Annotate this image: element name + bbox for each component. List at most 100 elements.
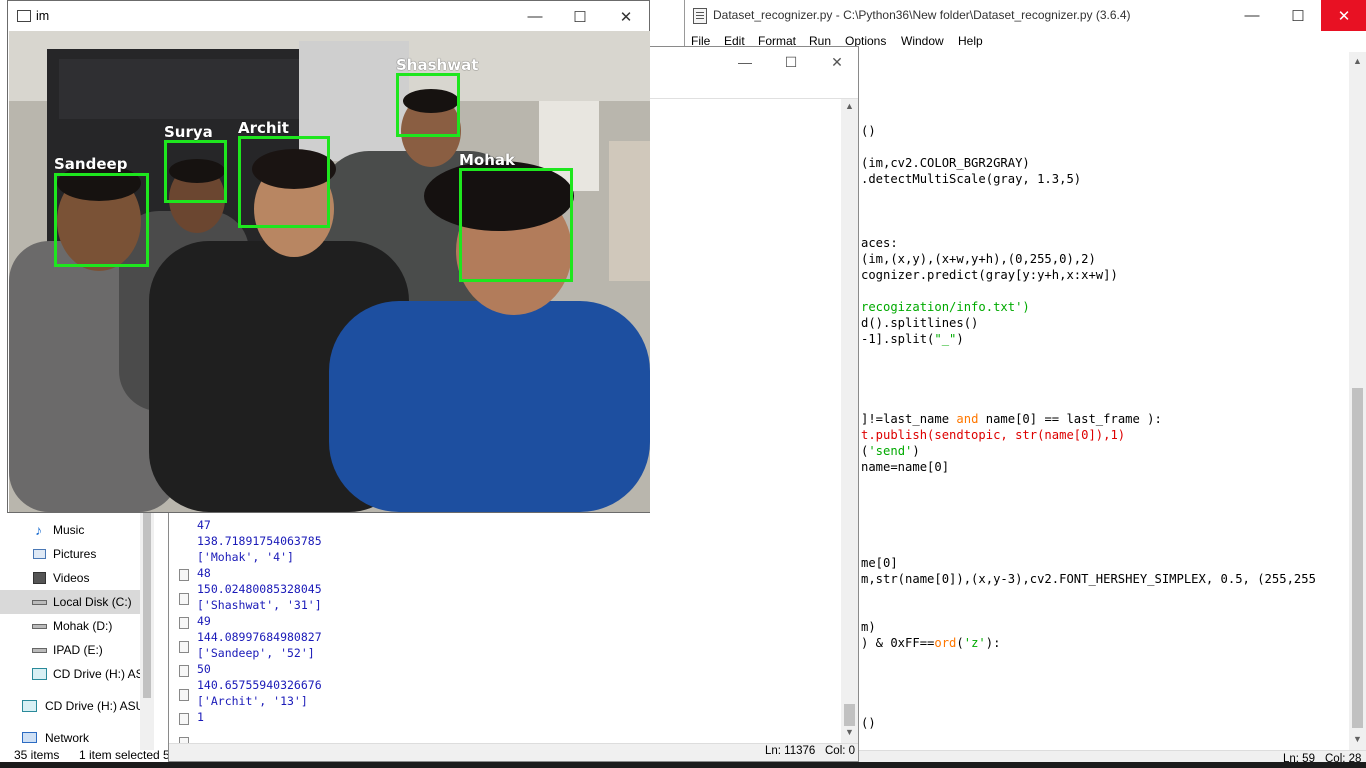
code-line: ('send') — [861, 444, 920, 458]
file-icon — [179, 641, 189, 653]
editor-title: Dataset_recognizer.py - C:\Python36\New … — [713, 8, 1131, 22]
scroll-up-icon[interactable]: ▲ — [1353, 56, 1362, 66]
face-label-archit: Archit — [238, 119, 289, 137]
camera-window[interactable]: im — ☐ ✕ Sandeep Surya Archit Shashwat M… — [7, 0, 650, 513]
cd-drive-icon — [22, 698, 38, 714]
nav-item-label: Videos — [53, 571, 90, 585]
shell-output-line: ['Shashwat', '31'] — [197, 598, 322, 612]
shell-statusbar: Ln: 11376 Col: 0 — [169, 743, 858, 761]
close-button[interactable]: ✕ — [1321, 0, 1366, 31]
code-line: (im,cv2.COLOR_BGR2GRAY) — [861, 156, 1030, 170]
pictures-icon — [32, 546, 48, 562]
code-line: () — [861, 124, 876, 138]
code-line: -1].split("_") — [861, 332, 964, 346]
face-box-archit — [238, 136, 330, 228]
code-line: t.publish(sendtopic, str(name[0]),1) — [861, 428, 1126, 442]
code-line: name=name[0] — [861, 460, 950, 474]
nav-item[interactable]: ♪ Music — [0, 518, 140, 542]
shell-output-line: 144.08997684980827 — [197, 630, 322, 644]
scroll-thumb[interactable] — [143, 508, 151, 698]
editor-scrollbar[interactable]: ▲ ▼ — [1349, 52, 1366, 750]
minimize-button[interactable]: — — [722, 47, 768, 77]
shell-column-number: Col: 0 — [825, 745, 856, 757]
python-file-icon — [693, 8, 707, 24]
nav-item[interactable]: CD Drive (H:) ASU — [0, 694, 150, 718]
code-line: (im,(x,y),(x+w,y+h),(0,255,0),2) — [861, 252, 1096, 266]
menu-help[interactable]: Help — [958, 34, 983, 48]
close-button[interactable]: ✕ — [603, 1, 649, 32]
camera-window-title: im — [36, 9, 50, 23]
videos-icon — [32, 570, 48, 586]
item-count: 35 items — [14, 748, 60, 762]
code-line: () — [861, 716, 876, 730]
shell-output-line: 48 — [197, 566, 211, 580]
menu-window[interactable]: Window — [901, 34, 944, 48]
nav-item-label: Local Disk (C:) — [53, 595, 132, 609]
taskbar — [0, 762, 1366, 768]
scroll-up-icon[interactable]: ▲ — [845, 101, 854, 111]
face-box-shashwat — [396, 73, 460, 137]
window-icon — [17, 10, 31, 22]
nav-item-label: Network — [45, 731, 90, 745]
camera-feed: Sandeep Surya Archit Shashwat Mohak — [9, 31, 650, 512]
code-line: ) & 0xFF==ord('z'): — [861, 636, 1001, 650]
code-line: recogization/info.txt') — [861, 300, 1030, 314]
file-icon — [179, 689, 189, 701]
shell-output-line: 138.71891754063785 — [197, 534, 322, 548]
nav-item-label: IPAD (E:) — [53, 643, 103, 657]
scroll-thumb[interactable] — [844, 704, 855, 726]
nav-item-label: Pictures — [53, 547, 97, 561]
shell-line-number: Ln: 11376 — [765, 745, 816, 757]
nav-item[interactable]: Pictures — [0, 542, 140, 566]
close-button[interactable]: ✕ — [814, 47, 860, 77]
scroll-down-icon[interactable]: ▼ — [1353, 734, 1362, 744]
shell-output-line: 47 — [197, 518, 211, 532]
shell-output-line: 1 — [197, 710, 204, 724]
maximize-button[interactable]: ☐ — [1275, 0, 1321, 31]
minimize-button[interactable]: — — [1229, 0, 1275, 31]
editor-titlebar[interactable]: Dataset_recognizer.py - C:\Python36\New … — [685, 0, 1366, 31]
nav-item[interactable]: Mohak (D:) — [0, 614, 140, 638]
navigation-scrollbar[interactable] — [140, 490, 154, 750]
nav-item[interactable]: CD Drive (H:) AS — [0, 662, 144, 686]
drive-icon — [32, 618, 48, 634]
cd-drive-icon — [32, 666, 48, 682]
nav-item-label: CD Drive (H:) ASU — [45, 699, 145, 713]
camera-titlebar[interactable]: im — ☐ ✕ — [8, 1, 649, 31]
face-label-surya: Surya — [164, 123, 213, 141]
music-icon: ♪ — [35, 522, 42, 538]
shell-output-line: 49 — [197, 614, 211, 628]
shell-output-line: ['Mohak', '4'] — [197, 550, 294, 564]
drive-icon — [32, 642, 48, 658]
code-line: ]!=last_name and name[0] == last_frame )… — [861, 412, 1162, 426]
nav-item[interactable]: Videos — [0, 566, 140, 590]
shell-output-line: ['Sandeep', '52'] — [197, 646, 315, 660]
file-icon — [179, 593, 189, 605]
face-box-surya — [164, 140, 227, 203]
shell-output-line: 50 — [197, 662, 211, 676]
code-line: cognizer.predict(gray[y:y+h,x:x+w]) — [861, 268, 1118, 282]
face-label-sandeep: Sandeep — [54, 155, 128, 173]
code-line: m) — [861, 620, 876, 634]
file-icon — [179, 617, 189, 629]
file-icon — [179, 665, 189, 677]
face-box-mohak — [459, 168, 573, 282]
maximize-button[interactable]: ☐ — [768, 47, 814, 77]
scroll-down-icon[interactable]: ▼ — [845, 727, 854, 737]
face-label-shashwat: Shashwat — [396, 56, 479, 74]
drive-icon — [32, 594, 48, 610]
network-icon — [22, 730, 38, 746]
shell-output-line: ['Archit', '13'] — [197, 694, 308, 708]
nav-item[interactable]: Local Disk (C:) — [0, 590, 140, 614]
nav-item[interactable]: IPAD (E:) — [0, 638, 140, 662]
file-icon — [179, 713, 189, 725]
scroll-thumb[interactable] — [1352, 388, 1363, 728]
nav-item-label: Mohak (D:) — [53, 619, 113, 633]
code-line: aces: — [861, 236, 898, 250]
shell-output-line: 140.65755940326676 — [197, 678, 322, 692]
maximize-button[interactable]: ☐ — [557, 1, 603, 32]
code-line: m,str(name[0]),(x,y-3),cv2.FONT_HERSHEY_… — [861, 572, 1316, 586]
minimize-button[interactable]: — — [512, 1, 558, 32]
shell-scrollbar[interactable]: ▲ ▼ — [841, 99, 858, 743]
shell-output-line: 150.02480085328045 — [197, 582, 322, 596]
